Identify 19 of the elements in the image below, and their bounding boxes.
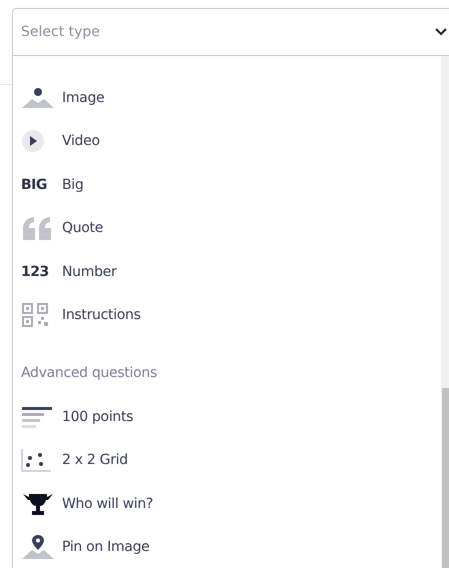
type-select[interactable]: Select type: [12, 8, 449, 56]
menu-item[interactable]: Who will win?: [13, 482, 441, 526]
menu-item[interactable]: Instructions: [13, 294, 441, 337]
menu-item[interactable]: 2 x 2 Grid: [13, 438, 441, 482]
landscape-icon: [21, 86, 55, 110]
menu-item[interactable]: Video: [13, 120, 441, 163]
number-icon: 123: [21, 264, 55, 280]
menu-item[interactable]: Quote: [13, 206, 441, 250]
map-pin-icon: [21, 535, 55, 560]
section-heading: Advanced questions: [21, 365, 157, 381]
menu-item[interactable]: 123 Number: [13, 250, 441, 294]
big-text-icon: BIG: [21, 176, 55, 193]
menu-item[interactable]: Pin on Image: [13, 526, 441, 568]
trophy-icon: [21, 492, 55, 516]
bars-icon: [21, 404, 55, 429]
menu-item[interactable]: Image: [13, 76, 441, 120]
menu-item[interactable]: 100 points: [13, 395, 441, 438]
scrollbar[interactable]: [441, 56, 449, 568]
menu-item[interactable]: BIG Big: [13, 163, 441, 206]
